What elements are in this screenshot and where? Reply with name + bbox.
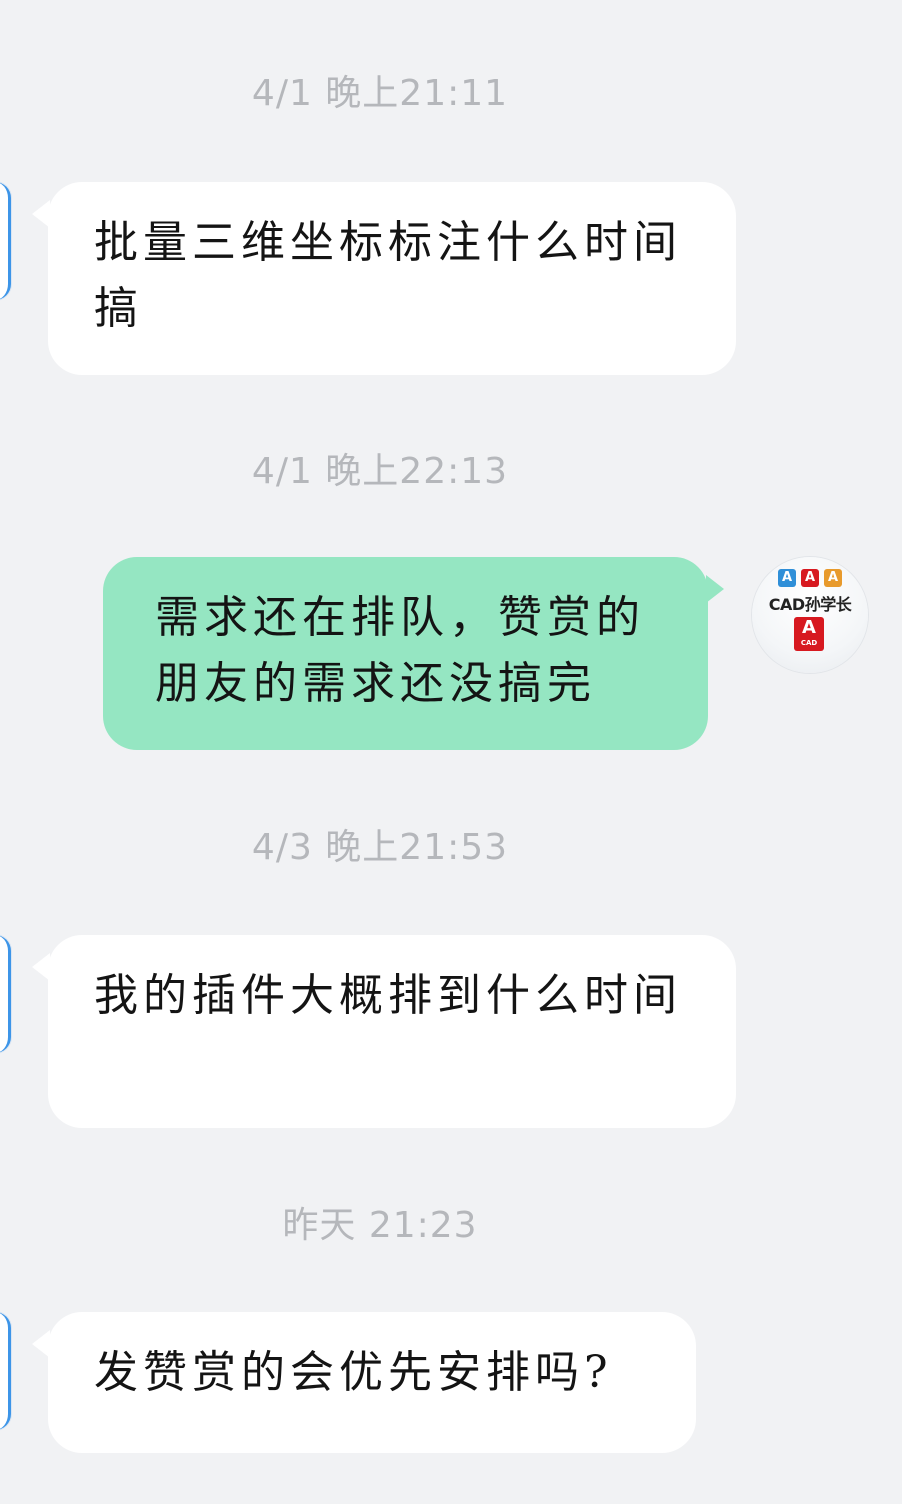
incoming-message-bubble[interactable]: 我的插件大概排到什么时间 xyxy=(32,935,736,1128)
logo-letter: A xyxy=(802,617,816,638)
message-timestamp: 昨天 21:23 xyxy=(282,1205,478,1246)
outgoing-message-bubble[interactable]: 需求还在排队，赞赏的朋友的需求还没搞完 xyxy=(103,557,724,750)
chat-thread[interactable]: 4/1 晚上21:11 批量三维坐标标注什么时间搞 4/1 晚上22:13 需求… xyxy=(0,0,902,1504)
app-tile-icon: A xyxy=(824,569,842,587)
autocad-logo-icon: A CAD xyxy=(794,617,824,651)
incoming-message-bubble[interactable]: 发赞赏的会优先安排吗? xyxy=(32,1312,696,1453)
contact-avatar[interactable] xyxy=(0,1312,11,1430)
contact-avatar[interactable] xyxy=(0,935,11,1053)
message-timestamp: 4/1 晚上22:13 xyxy=(251,451,509,492)
self-avatar[interactable]: A A A CAD孙学长 A CAD xyxy=(752,557,868,673)
contact-avatar[interactable] xyxy=(0,182,11,300)
app-tile-icon: A xyxy=(801,569,819,587)
incoming-message-bubble[interactable]: 批量三维坐标标注什么时间搞 xyxy=(32,182,736,375)
logo-caption: CAD xyxy=(800,639,818,647)
message-timestamp: 4/3 晚上21:53 xyxy=(251,827,509,868)
message-timestamp: 4/1 晚上21:11 xyxy=(251,73,509,114)
app-tile-icon: A xyxy=(778,569,796,587)
avatar-label: CAD孙学长 xyxy=(768,595,852,614)
